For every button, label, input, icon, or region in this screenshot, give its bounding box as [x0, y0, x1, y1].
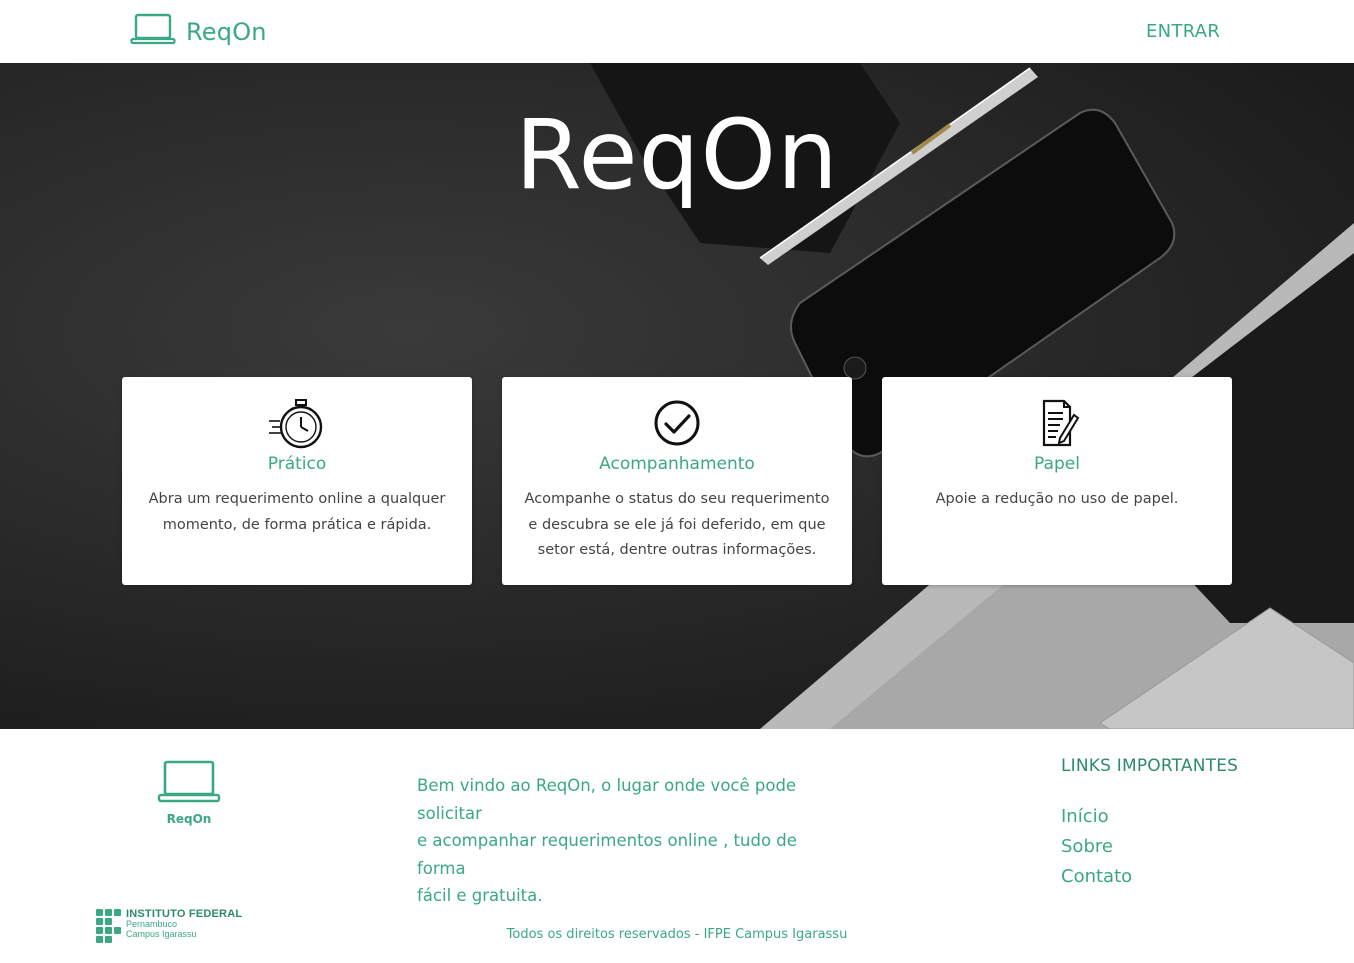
stopwatch-icon — [267, 397, 327, 449]
footer-brand-logo: ReqOn — [157, 759, 221, 826]
feature-card-acompanhamento: Acompanhamento Acompanhe o status do seu… — [502, 377, 852, 585]
feature-title: Papel — [1034, 454, 1080, 474]
brand-home-link[interactable]: ReqOn — [130, 12, 267, 51]
laptop-icon — [130, 12, 176, 51]
feature-title: Prático — [267, 454, 327, 474]
feature-description: Acompanhe o status do seu requerimento e… — [524, 491, 830, 558]
feature-card-pratico: Prático Abra um requerimento online a qu… — [122, 377, 472, 585]
laptop-icon — [157, 760, 221, 809]
feature-title: Acompanhamento — [599, 454, 755, 474]
top-navbar: ReqOn ENTRAR — [0, 0, 1354, 63]
footer-link-inicio[interactable]: Início — [1061, 806, 1109, 827]
footer-link-sobre[interactable]: Sobre — [1061, 836, 1113, 857]
feature-description: Apoie a redução no uso de papel. — [935, 491, 1179, 507]
feature-description: Abra um requerimento online a qualquer m… — [148, 491, 446, 533]
login-link[interactable]: ENTRAR — [1146, 21, 1220, 42]
footer-description: Bem vindo ao ReqOn, o lugar onde você po… — [417, 776, 797, 905]
footer-link-contato[interactable]: Contato — [1061, 866, 1132, 887]
copyright-text: Todos os direitos reservados - IFPE Camp… — [506, 927, 848, 942]
footer: ReqOn Bem vindo ao ReqOn, o lugar onde v… — [0, 729, 1354, 963]
links-heading: LINKS IMPORTANTES — [1061, 756, 1239, 776]
feature-card-papel: Papel Apoie a redução no uso de papel. — [882, 377, 1232, 585]
brand-name: ReqOn — [186, 17, 267, 46]
footer-brand-name: ReqOn — [166, 812, 212, 826]
hero-section: ReqOn Prático Abra um requerimento onlin… — [0, 63, 1354, 729]
document-pen-icon — [1027, 397, 1087, 449]
check-circle-icon — [647, 397, 707, 449]
hero-title: ReqOn — [515, 99, 839, 211]
